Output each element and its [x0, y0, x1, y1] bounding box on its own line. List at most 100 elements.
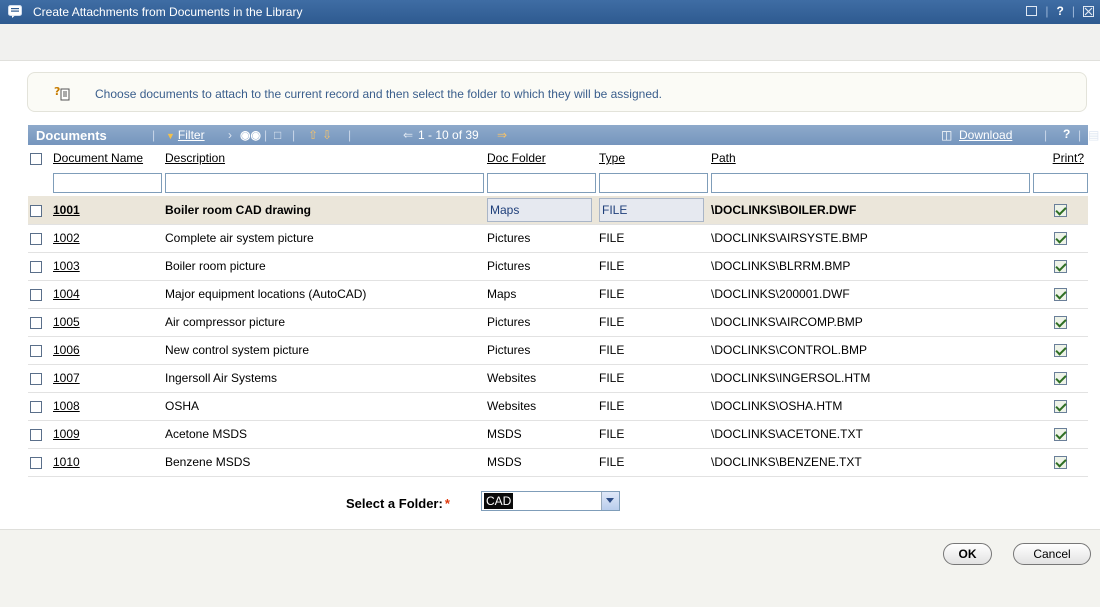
documents-table: Document Name Description Doc Folder Typ…: [28, 146, 1088, 477]
dialog-icon: [8, 5, 22, 18]
filter-print-input[interactable]: [1033, 173, 1088, 193]
help-document-icon: ?: [54, 85, 70, 101]
document-folder: Pictures: [487, 231, 531, 245]
document-name-link[interactable]: 1002: [53, 224, 165, 252]
print-checkbox[interactable]: [1054, 428, 1067, 442]
filter-doc-folder-input[interactable]: [487, 173, 596, 193]
document-name-link[interactable]: 1001: [53, 196, 165, 224]
table-row[interactable]: 1004 Major equipment locations (AutoCAD)…: [28, 280, 1088, 308]
table-maximize-icon[interactable]: ▤: [1088, 128, 1099, 142]
table-row[interactable]: 1002 Complete air system picture Picture…: [28, 224, 1088, 252]
document-type: FILE: [599, 343, 625, 357]
filter-toggle-icon[interactable]: ›: [228, 128, 232, 142]
sort-up-icon[interactable]: ⇧: [308, 128, 318, 142]
row-select-checkbox[interactable]: [30, 456, 42, 469]
chevron-down-icon[interactable]: [601, 492, 619, 510]
column-header-print[interactable]: Print?: [1053, 151, 1084, 165]
filter-description-input[interactable]: [165, 173, 484, 193]
select-all-checkbox[interactable]: [30, 152, 42, 165]
document-name-link[interactable]: 1010: [53, 448, 165, 476]
dialog-title-bar: Create Attachments from Documents in the…: [0, 0, 1100, 24]
download-icon[interactable]: ◫: [941, 128, 952, 142]
previous-page-icon[interactable]: ⇐: [403, 128, 413, 142]
row-select-checkbox[interactable]: [30, 288, 42, 301]
sort-down-icon[interactable]: ⇩: [322, 128, 332, 142]
document-folder: Pictures: [487, 315, 531, 329]
print-checkbox[interactable]: [1054, 260, 1067, 274]
document-type: FILE: [599, 371, 625, 385]
column-header-document-name[interactable]: Document Name: [53, 151, 143, 165]
cancel-button[interactable]: Cancel: [1013, 543, 1091, 565]
clear-filter-icon[interactable]: □: [274, 128, 281, 142]
document-folder: Maps: [487, 197, 593, 222]
column-header-doc-folder[interactable]: Doc Folder: [487, 151, 546, 165]
next-page-icon[interactable]: ⇒: [497, 128, 507, 142]
table-help-icon[interactable]: ?: [1063, 127, 1070, 141]
document-name-link[interactable]: 1004: [53, 280, 165, 308]
required-asterisk: *: [444, 496, 450, 511]
download-link[interactable]: Download: [959, 128, 1012, 142]
row-select-checkbox[interactable]: [30, 344, 42, 357]
find-binoculars-icon[interactable]: ◉◉: [240, 128, 261, 142]
row-select-checkbox[interactable]: [30, 316, 42, 329]
document-name-link[interactable]: 1009: [53, 420, 165, 448]
ok-button[interactable]: OK: [943, 543, 992, 565]
row-select-checkbox[interactable]: [30, 372, 42, 385]
table-row[interactable]: 1008 OSHA Websites FILE \DOCLINKS\OSHA.H…: [28, 392, 1088, 420]
row-select-checkbox[interactable]: [30, 260, 42, 273]
document-type: FILE: [599, 399, 625, 413]
documents-table-toolbar: Documents | ▼ Filter › ◉◉ | □ | ⇧ ⇩ | ⇐ 1…: [28, 125, 1099, 145]
print-checkbox[interactable]: [1054, 456, 1067, 470]
title-separator: |: [1071, 4, 1075, 18]
print-checkbox[interactable]: [1054, 316, 1067, 330]
document-folder: MSDS: [487, 455, 522, 469]
table-row[interactable]: 1007 Ingersoll Air Systems Websites FILE…: [28, 364, 1088, 392]
print-checkbox[interactable]: [1054, 288, 1067, 302]
download-label: Download: [959, 128, 1013, 142]
column-header-path[interactable]: Path: [711, 151, 736, 165]
document-folder: MSDS: [487, 427, 522, 441]
column-header-type[interactable]: Type: [599, 151, 625, 165]
column-header-description[interactable]: Description: [165, 151, 225, 165]
document-folder: Websites: [487, 399, 537, 413]
print-checkbox[interactable]: [1054, 400, 1067, 414]
folder-select-dropdown[interactable]: CAD: [481, 491, 620, 511]
document-path: \DOCLINKS\BOILER.DWF: [711, 202, 857, 217]
table-filter-row: [28, 170, 1088, 196]
toolbar-separator: |: [1078, 128, 1082, 142]
dialog-footer: OK Cancel: [0, 529, 1100, 607]
toolbar-band: [0, 24, 1100, 61]
filter-path-input[interactable]: [711, 173, 1030, 193]
table-row[interactable]: 1003 Boiler room picture Pictures FILE \…: [28, 252, 1088, 280]
row-select-checkbox[interactable]: [30, 428, 42, 441]
document-path: \DOCLINKS\OSHA.HTM: [711, 399, 843, 413]
table-row[interactable]: 1009 Acetone MSDS MSDS FILE \DOCLINKS\AC…: [28, 420, 1088, 448]
print-checkbox[interactable]: [1054, 344, 1067, 358]
document-name-link[interactable]: 1005: [53, 308, 165, 336]
filter-document-name-input[interactable]: [53, 173, 162, 193]
table-row[interactable]: 1001 Boiler room CAD drawing Maps FILE \…: [28, 196, 1088, 224]
close-icon[interactable]: [1083, 5, 1094, 17]
svg-text:?: ?: [54, 85, 60, 98]
table-row[interactable]: 1006 New control system picture Pictures…: [28, 336, 1088, 364]
table-row[interactable]: 1010 Benzene MSDS MSDS FILE \DOCLINKS\BE…: [28, 448, 1088, 476]
print-checkbox[interactable]: [1054, 232, 1067, 246]
help-icon[interactable]: ?: [1057, 4, 1064, 18]
document-type: FILE: [599, 427, 625, 441]
document-type: FILE: [599, 259, 625, 273]
print-checkbox[interactable]: [1054, 203, 1067, 217]
row-select-checkbox[interactable]: [30, 400, 42, 413]
row-select-checkbox[interactable]: [30, 232, 42, 245]
filter-link[interactable]: ▼ Filter: [166, 128, 205, 142]
maximize-icon[interactable]: [1026, 6, 1038, 16]
folder-select-value: CAD: [484, 493, 514, 509]
filter-arrow-icon: ▼: [166, 131, 175, 141]
print-checkbox[interactable]: [1054, 372, 1067, 386]
filter-type-input[interactable]: [599, 173, 708, 193]
document-name-link[interactable]: 1003: [53, 252, 165, 280]
document-name-link[interactable]: 1006: [53, 336, 165, 364]
document-name-link[interactable]: 1007: [53, 364, 165, 392]
row-select-checkbox[interactable]: [30, 204, 42, 217]
table-row[interactable]: 1005 Air compressor picture Pictures FIL…: [28, 308, 1088, 336]
document-name-link[interactable]: 1008: [53, 392, 165, 420]
